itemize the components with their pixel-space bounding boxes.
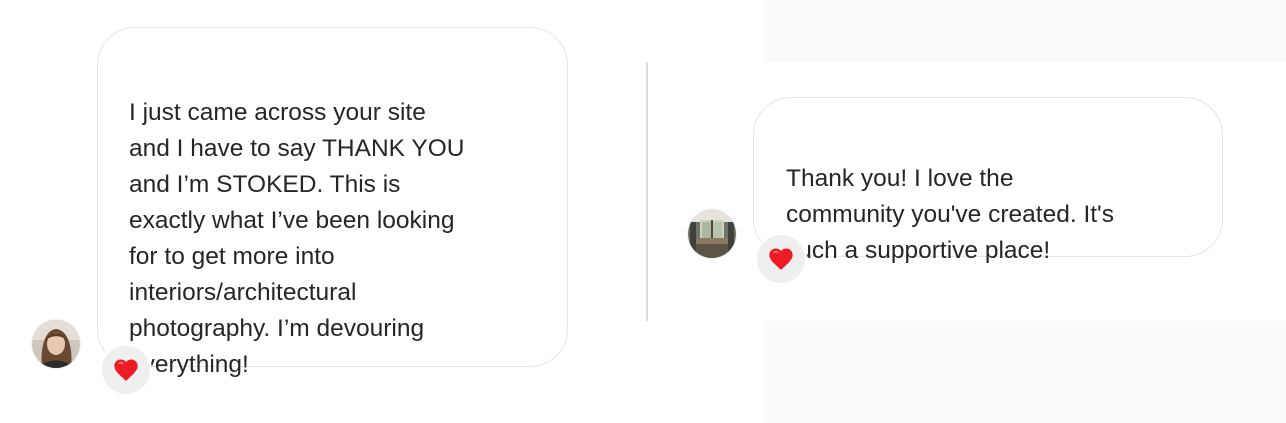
background-panel-top (765, 0, 1286, 62)
heart-icon (114, 359, 138, 381)
divider (646, 62, 648, 321)
message-text: Thank you! I love the community you've c… (786, 165, 1114, 264)
avatar[interactable] (688, 210, 736, 258)
user-avatar-photo (32, 320, 80, 368)
heart-icon (769, 248, 793, 270)
message-bubble[interactable]: I just came across your site and I have … (97, 27, 568, 378)
reaction-badge[interactable] (100, 344, 152, 396)
avatar[interactable] (32, 320, 80, 368)
message-bubble[interactable]: Thank you! I love the community you've c… (753, 97, 1223, 264)
background-panel-bottom (765, 321, 1286, 423)
interior-room-avatar-photo (688, 210, 736, 258)
message-text: I just came across your site and I have … (129, 99, 465, 378)
reaction-badge[interactable] (755, 233, 807, 285)
